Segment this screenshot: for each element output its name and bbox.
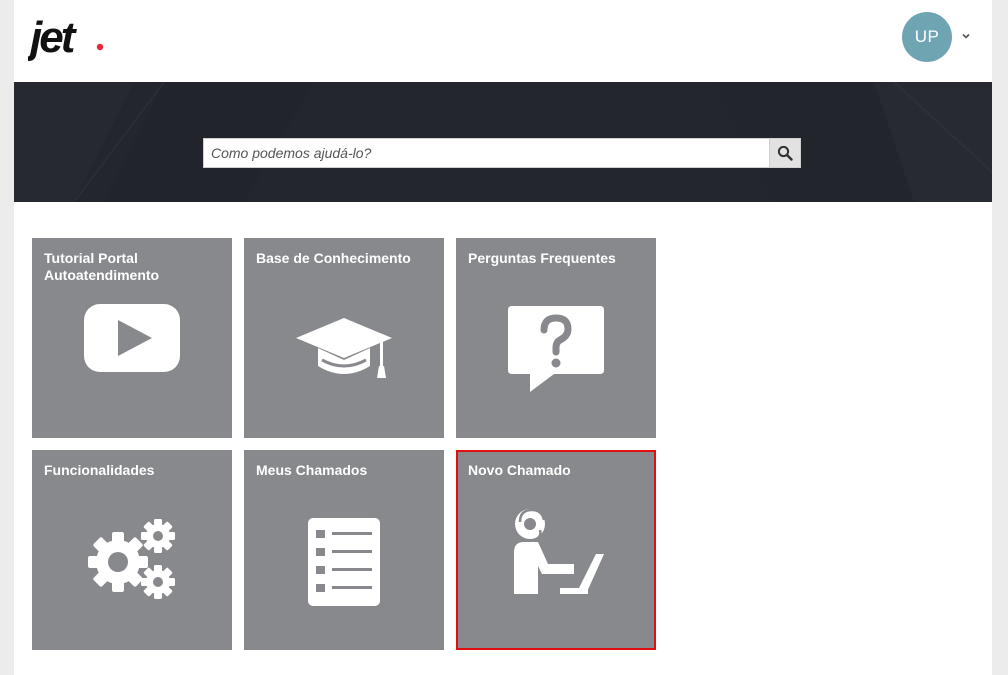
search-icon [777,145,793,161]
search-bar [203,138,801,168]
hero-banner [14,82,992,202]
tile-title: Base de Conhecimento [256,250,411,266]
play-video-icon [84,304,180,372]
tile-funcionalidades[interactable]: Funcionalidades [32,450,232,650]
user-avatar[interactable]: UP [902,12,952,62]
tile-title: Funcionalidades [44,462,155,478]
graduation-cap-icon [296,318,392,378]
logo-wordmark: jet [28,13,78,62]
logo-dot [96,43,104,51]
chevron-down-icon[interactable] [960,30,972,42]
user-initials: UP [914,27,940,46]
question-bubble-icon [508,306,604,392]
tile-title: Tutorial Portal Autoatendimento [44,250,160,283]
jet-logo[interactable]: jet [25,10,108,66]
header: jet UP [14,0,992,82]
tile-meus-chamados[interactable]: Meus Chamados [244,450,444,650]
tile-perguntas-frequentes[interactable]: Perguntas Frequentes [456,238,656,438]
tile-title: Perguntas Frequentes [468,250,616,266]
portal-page: jet UP Como podemos ajudá-lo? Tutorial P… [14,0,992,675]
tile-novo-chamado[interactable]: Novo Chamado [456,450,656,650]
support-agent-laptop-icon [514,508,604,594]
tile-title: Novo Chamado [468,462,571,478]
search-input[interactable] [204,139,770,167]
tile-tutorial-portal[interactable]: Tutorial Portal Autoatendimento [32,238,232,438]
search-button[interactable] [769,139,800,167]
tile-base-conhecimento[interactable]: Base de Conhecimento [244,238,444,438]
checklist-icon [308,518,380,606]
gears-icon [88,519,175,599]
tile-title: Meus Chamados [256,462,368,478]
